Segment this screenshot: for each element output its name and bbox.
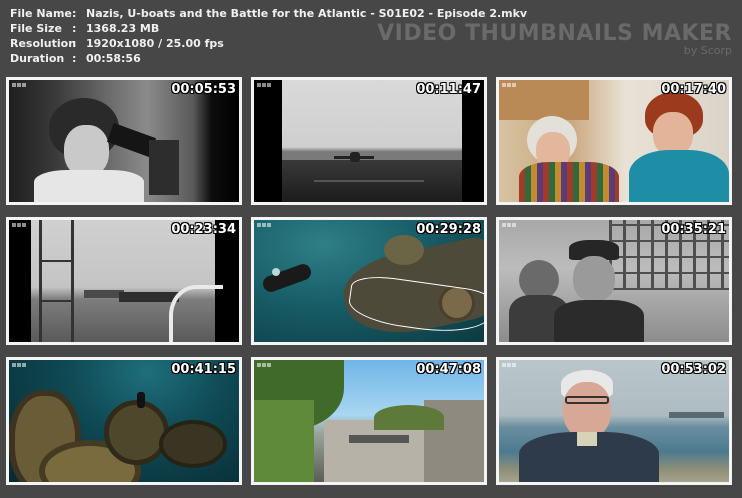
channel-logo: [502, 83, 516, 87]
thumbnail-5[interactable]: 00:29:28: [251, 217, 487, 345]
duration-label: Duration: [10, 52, 65, 65]
timecode: 00:23:34: [171, 222, 236, 237]
duration-value: 00:58:56: [86, 52, 141, 65]
channel-logo: [257, 83, 271, 87]
thumbnail-9[interactable]: 00:53:02: [496, 357, 732, 485]
timecode: 00:05:53: [171, 82, 236, 97]
timecode: 00:53:02: [661, 362, 726, 377]
channel-logo: [502, 363, 516, 367]
frame-image: [9, 360, 239, 482]
channel-logo: [257, 363, 271, 367]
brand-watermark: VIDEO THUMBNAILS MAKER by Scorp: [377, 22, 732, 57]
separator: :: [72, 7, 77, 20]
thumbnail-6[interactable]: 00:35:21: [496, 217, 732, 345]
frame-image: [499, 80, 729, 202]
channel-logo: [502, 223, 516, 227]
thumbnail-3[interactable]: 00:17:40: [496, 77, 732, 205]
frame-image: [254, 80, 484, 202]
timecode: 00:41:15: [171, 362, 236, 377]
file-size-value: 1368.23 MB: [86, 22, 160, 35]
resolution-label: Resolution: [10, 37, 77, 50]
frame-image: [9, 220, 239, 342]
channel-logo: [257, 223, 271, 227]
channel-logo: [12, 223, 26, 227]
thumbnail-7[interactable]: 00:41:15: [6, 357, 242, 485]
timecode: 00:11:47: [416, 82, 481, 97]
frame-image: [499, 360, 729, 482]
brand-title: VIDEO THUMBNAILS MAKER: [377, 21, 732, 46]
channel-logo: [12, 83, 26, 87]
separator: :: [72, 22, 77, 35]
frame-image: [9, 80, 239, 202]
thumbnail-2[interactable]: 00:11:47: [251, 77, 487, 205]
timecode: 00:47:08: [416, 362, 481, 377]
thumbnail-4[interactable]: 00:23:34: [6, 217, 242, 345]
timecode: 00:17:40: [661, 82, 726, 97]
thumbnail-1[interactable]: 00:05:53: [6, 77, 242, 205]
frame-image: [254, 360, 484, 482]
channel-logo: [12, 363, 26, 367]
thumbnail-8[interactable]: 00:47:08: [251, 357, 487, 485]
file-size-label: File Size: [10, 22, 62, 35]
file-name-label: File Name: [10, 7, 72, 20]
file-name-row: File Name : Nazis, U-boats and the Battl…: [10, 6, 527, 21]
brand-subtitle: by Scorp: [683, 44, 732, 57]
timecode: 00:35:21: [661, 222, 726, 237]
separator: :: [72, 52, 77, 65]
file-name-value: Nazis, U-boats and the Battle for the At…: [86, 7, 528, 20]
timecode: 00:29:28: [416, 222, 481, 237]
frame-image: [254, 220, 484, 342]
resolution-value: 1920x1080 / 25.00 fps: [86, 37, 224, 50]
frame-image: [499, 220, 729, 342]
separator: :: [72, 37, 77, 50]
